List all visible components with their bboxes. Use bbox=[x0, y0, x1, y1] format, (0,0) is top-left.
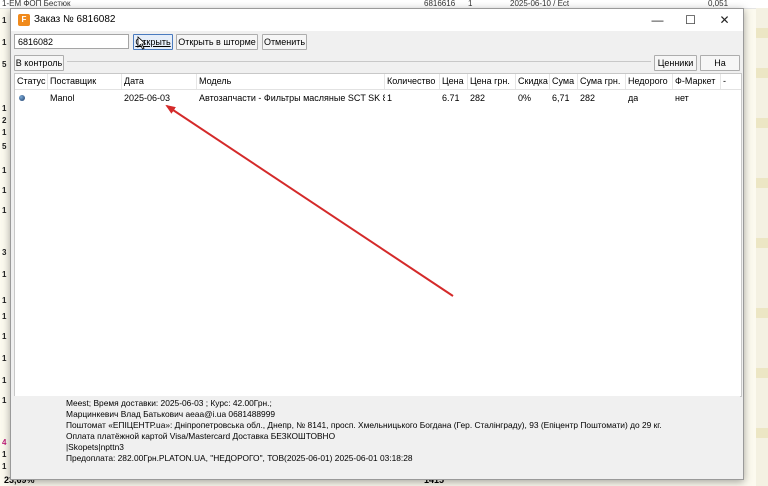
cell-price: 6.71 bbox=[442, 93, 460, 103]
bg-cell: 1 bbox=[2, 104, 7, 113]
bg-cell: 2 bbox=[2, 116, 7, 125]
cell-discount: 0% bbox=[518, 93, 532, 103]
info-line: Оплата платёжной картой Visa/Mastercard … bbox=[66, 431, 336, 441]
table-header: Статус Поставщик Дата Модель Количество … bbox=[15, 74, 741, 90]
cell-quantity: 1 bbox=[387, 93, 393, 103]
to-control-button[interactable]: В контроль bbox=[14, 55, 64, 71]
column-header[interactable]: Поставщик bbox=[50, 76, 96, 86]
order-number-input[interactable] bbox=[14, 34, 129, 49]
column-header[interactable]: Сума грн. bbox=[580, 76, 620, 86]
cell-cheap: да bbox=[628, 93, 639, 103]
order-toolbar: Открыть Открыть в шторме Отменить bbox=[11, 32, 743, 52]
bg-cell: 1 bbox=[2, 166, 7, 175]
column-header[interactable]: Цена bbox=[442, 76, 464, 86]
cell-model: Автозапчасти - Фильтры масляные SCT SK 8… bbox=[199, 93, 385, 103]
bg-cell: 1 bbox=[2, 206, 7, 215]
info-line: Поштомат «ЕПІЦЕНТР.ua»: Дніпропетровська… bbox=[66, 420, 662, 430]
bg-cell: 5 bbox=[2, 60, 7, 69]
bg-cell: 1 bbox=[2, 450, 7, 459]
cancel-button[interactable]: Отменить bbox=[262, 34, 307, 50]
info-line: Meest; Время доставки: 2025-06-03 ; Курс… bbox=[66, 398, 272, 408]
window-title: Заказ № 6816082 bbox=[34, 14, 116, 25]
price-tags-button[interactable]: Ценники bbox=[654, 55, 697, 71]
close-button[interactable]: ✕ bbox=[708, 9, 741, 31]
column-header[interactable]: Количество bbox=[387, 76, 435, 86]
cell-date: 2025-06-03 bbox=[124, 93, 171, 103]
column-header[interactable]: Статус bbox=[17, 76, 45, 86]
bg-cell: 3 bbox=[2, 248, 7, 257]
bg-cell: 1 bbox=[2, 186, 7, 195]
order-items-table: Статус Поставщик Дата Модель Количество … bbox=[14, 73, 742, 397]
bg-header-text: 2025-06-10 / Ect bbox=[510, 0, 570, 8]
cell-supplier: Manol bbox=[50, 93, 75, 103]
bg-header-text: 1 bbox=[468, 0, 473, 8]
column-header[interactable]: Дата bbox=[124, 76, 144, 86]
status-icon bbox=[19, 95, 25, 101]
bg-cell: 1 bbox=[2, 332, 7, 341]
info-line: Марцинкевич Влад Батькович аеаа@i.ua 068… bbox=[66, 409, 276, 419]
bg-cell: 5 bbox=[2, 142, 7, 151]
toolbar-divider bbox=[67, 61, 651, 62]
mouse-cursor-icon bbox=[137, 36, 147, 50]
app-icon: F bbox=[18, 14, 30, 26]
open-in-storm-button[interactable]: Открыть в шторме bbox=[176, 34, 258, 50]
info-line: |Skopets|npttn3 bbox=[66, 442, 124, 452]
bg-cell: 1 bbox=[2, 270, 7, 279]
bg-header-text: 0,051 bbox=[708, 0, 729, 8]
table-row[interactable]: Manol 2025-06-03 Автозапчасти - Фильтры … bbox=[15, 91, 741, 105]
cell-sum: 6,71 bbox=[552, 93, 570, 103]
title-bar[interactable]: F Заказ № 6816082 — ☐ ✕ bbox=[11, 9, 743, 31]
cell-sum-uah: 282 bbox=[580, 93, 596, 103]
action-toolbar: В контроль Ценники На склад bbox=[11, 53, 743, 82]
bg-cell: 1 bbox=[2, 462, 7, 471]
maximize-button[interactable]: ☐ bbox=[674, 9, 707, 31]
bg-cell: 1 bbox=[2, 354, 7, 363]
background-right-column bbox=[756, 8, 768, 486]
order-dialog: F Заказ № 6816082 — ☐ ✕ Открыть Открыть … bbox=[10, 8, 744, 480]
bg-cell: 1 bbox=[2, 396, 7, 405]
to-stock-button[interactable]: На склад bbox=[700, 55, 740, 82]
bg-header-text: 1-ЕМ ФОП Бестюк bbox=[2, 0, 71, 8]
cell-price-uah: 282 bbox=[470, 93, 486, 103]
bg-cell: 1 bbox=[2, 38, 7, 47]
bg-cell: 1 bbox=[2, 128, 7, 137]
bg-header-text: 6816616 bbox=[424, 0, 456, 8]
bg-cell: 1 bbox=[2, 312, 7, 321]
minimize-button[interactable]: — bbox=[641, 9, 674, 31]
column-header[interactable]: Модель bbox=[199, 76, 231, 86]
order-info-panel: Meest; Время доставки: 2025-06-03 ; Курс… bbox=[14, 396, 740, 476]
info-line: Предоплата: 282.00Грн.PLATON.UA, "НЕДОРО… bbox=[66, 453, 413, 463]
bg-cell: 4 bbox=[2, 438, 7, 447]
column-header[interactable]: Ф-Маркет bbox=[675, 76, 715, 86]
column-header[interactable]: - bbox=[723, 76, 726, 86]
cell-fmarket: нет bbox=[675, 93, 689, 103]
column-header[interactable]: Скидка bbox=[518, 76, 548, 86]
bg-cell: 1 bbox=[2, 296, 7, 305]
bg-cell: 1 bbox=[2, 16, 7, 25]
bg-cell: 1 bbox=[2, 376, 7, 385]
column-header[interactable]: Недорого bbox=[628, 76, 668, 86]
column-header[interactable]: Цена грн. bbox=[470, 76, 510, 86]
column-header[interactable]: Сума bbox=[552, 76, 574, 86]
